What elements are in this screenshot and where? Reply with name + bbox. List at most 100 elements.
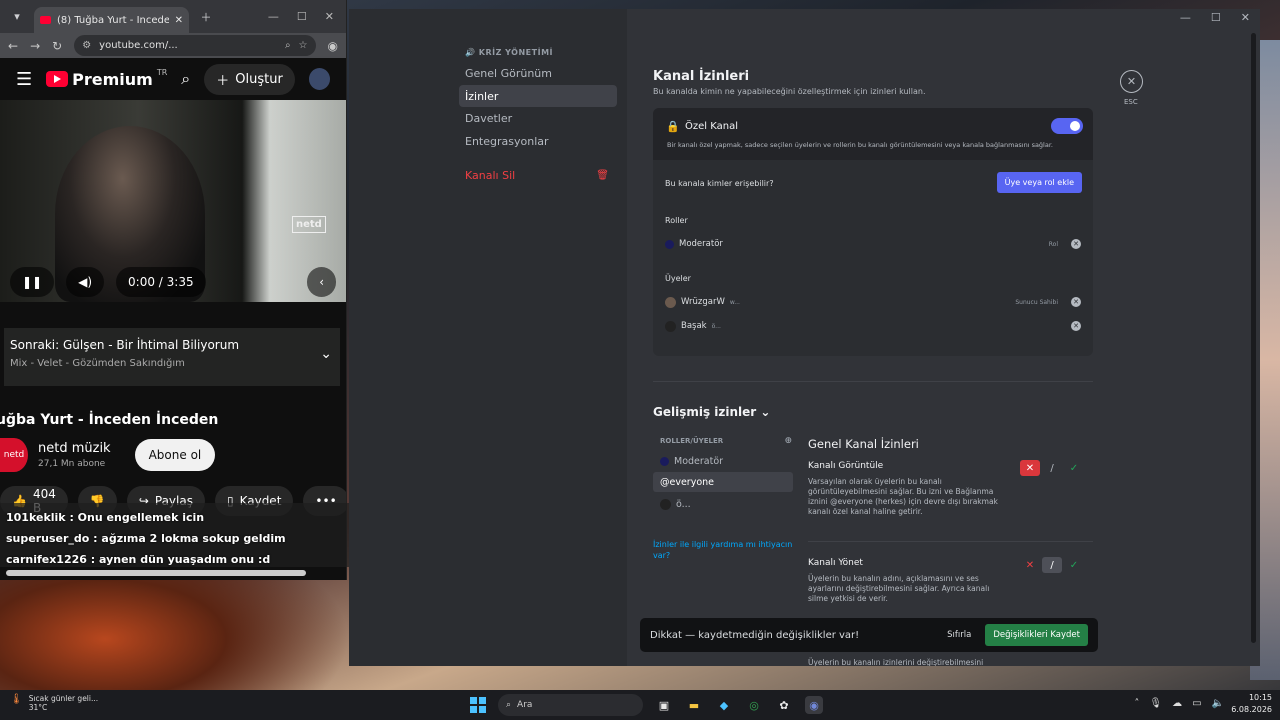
tab-title: (8) Tuğba Yurt - İnceden İnced bbox=[57, 14, 169, 26]
advanced-permissions-title[interactable]: Gelişmiş izinler ⌄ bbox=[653, 405, 770, 419]
private-description: Bir kanalı özel yapmak, sadece seçilen ü… bbox=[667, 141, 1053, 149]
subscribe-button[interactable]: Abone ol bbox=[134, 439, 216, 471]
private-toggle-row: 🔒 Özel Kanal Bir kanalı özel yapmak, sad… bbox=[653, 108, 1093, 160]
sidebar-item-integrations[interactable]: Entegrasyonlar bbox=[459, 130, 617, 152]
deny-icon[interactable]: ✕ bbox=[1020, 460, 1040, 476]
maximize-icon[interactable]: ☐ bbox=[1211, 11, 1221, 24]
start-icon[interactable] bbox=[470, 697, 486, 713]
bookmark-star-icon[interactable]: ☆ bbox=[299, 40, 308, 51]
store-icon[interactable]: ◆ bbox=[715, 696, 733, 714]
close-icon[interactable]: ✕ bbox=[1241, 11, 1250, 24]
divider bbox=[653, 381, 1093, 382]
delete-channel-button[interactable]: Kanalı Sil 🗑 bbox=[459, 164, 617, 186]
chevron-left-icon[interactable]: ‹ bbox=[307, 267, 336, 297]
video-player[interactable]: netd ❚❚ ◀) 0:00 / 3:35 ‹ bbox=[0, 100, 346, 302]
role-color-icon bbox=[665, 239, 674, 249]
neutral-icon[interactable]: / bbox=[1042, 557, 1062, 573]
close-settings-button[interactable]: ✕ bbox=[1120, 70, 1143, 93]
member-sub: ö... bbox=[711, 322, 721, 330]
private-label: Özel Kanal bbox=[685, 121, 738, 132]
reset-button[interactable]: Sıfırla bbox=[947, 630, 971, 640]
minimize-icon[interactable]: — bbox=[1180, 11, 1191, 24]
chat-text: : aynen dün yuaşadım onu :d bbox=[86, 553, 271, 566]
youtube-logo[interactable]: Premium TR bbox=[46, 68, 167, 89]
vertical-scrollbar[interactable] bbox=[1251, 33, 1256, 643]
minimize-icon[interactable]: — bbox=[268, 10, 279, 23]
add-member-role-button[interactable]: Üye veya rol ekle bbox=[996, 172, 1082, 193]
microphone-icon[interactable]: 🎙 bbox=[1149, 698, 1162, 709]
app-icon[interactable]: ✿ bbox=[775, 696, 793, 714]
zoom-icon[interactable]: ⌕ bbox=[285, 40, 291, 51]
maximize-icon[interactable]: ☐ bbox=[297, 10, 307, 23]
sidebar-item-overview[interactable]: Genel Görünüm bbox=[459, 62, 617, 84]
weather-temp: 31°C bbox=[28, 703, 48, 712]
deny-icon[interactable]: ✕ bbox=[1020, 557, 1040, 573]
avatar bbox=[665, 296, 676, 308]
help-link[interactable]: İzinler ile ilgili yardıma mı ihtiyacın … bbox=[653, 539, 793, 561]
permissions-content: Kanal İzinleri Bu kanalda kimin ne yapab… bbox=[653, 9, 1093, 666]
cloud-icon[interactable]: ☁ bbox=[1172, 698, 1182, 709]
member-name: Başak bbox=[681, 321, 707, 331]
chrome-icon[interactable]: ◎ bbox=[745, 696, 763, 714]
role-list-item[interactable]: ö... bbox=[653, 494, 793, 514]
page-description: Bu kanalda kimin ne yapabileceğini özell… bbox=[653, 87, 926, 96]
site-info-icon[interactable]: ⚙ bbox=[82, 40, 91, 51]
advanced-title-text: Gelişmiş izinler bbox=[653, 405, 757, 419]
task-view-icon[interactable]: ▣ bbox=[655, 696, 673, 714]
sidebar-item-invites[interactable]: Davetler bbox=[459, 107, 617, 129]
tab-search-icon[interactable]: ▾ bbox=[6, 6, 28, 28]
taskbar-search[interactable]: ⌕ Ara bbox=[498, 694, 643, 716]
channel-avatar[interactable]: netd bbox=[0, 438, 28, 472]
network-icon[interactable]: ▭ bbox=[1192, 698, 1201, 709]
page-title: Kanal İzinleri bbox=[653, 69, 750, 84]
neutral-icon[interactable]: / bbox=[1042, 460, 1062, 476]
general-permissions-title: Genel Kanal İzinleri bbox=[808, 437, 919, 451]
volume-icon[interactable]: ◀) bbox=[66, 267, 105, 297]
channel-name[interactable]: netd müzik bbox=[38, 441, 111, 456]
profile-icon[interactable]: ◉ bbox=[328, 39, 338, 53]
forward-icon[interactable]: → bbox=[30, 39, 40, 53]
reload-icon[interactable]: ↻ bbox=[52, 39, 62, 53]
back-icon[interactable]: ← bbox=[8, 39, 18, 53]
close-icon[interactable]: ✕ bbox=[325, 10, 334, 23]
horizontal-scrollbar[interactable] bbox=[6, 570, 306, 576]
create-button[interactable]: ＋ Oluştur bbox=[204, 63, 295, 95]
allow-icon[interactable]: ✓ bbox=[1064, 557, 1084, 573]
sidebar-item-permissions[interactable]: İzinler bbox=[459, 85, 617, 107]
allow-icon[interactable]: ✓ bbox=[1064, 460, 1084, 476]
menu-icon[interactable]: ☰ bbox=[16, 69, 32, 90]
remove-icon[interactable]: ✕ bbox=[1071, 297, 1081, 307]
channel-section-title: 🔊 KRİZ YÖNETİMİ bbox=[465, 48, 554, 57]
clock[interactable]: 10:15 6.08.2026 bbox=[1231, 692, 1272, 716]
browser-tab[interactable]: (8) Tuğba Yurt - İnceden İnced ✕ bbox=[34, 7, 189, 33]
chat-message: carnifex1226 : aynen dün yuaşadım onu :d bbox=[6, 549, 400, 570]
private-toggle[interactable] bbox=[1051, 118, 1083, 134]
volume-icon[interactable]: 🔈 bbox=[1212, 698, 1224, 709]
up-next-panel[interactable]: Sonraki: Gülşen - Bir İhtimal Biliyorum … bbox=[4, 328, 340, 386]
remove-icon[interactable]: ✕ bbox=[1071, 321, 1081, 331]
lock-icon: 🔒 bbox=[666, 120, 680, 133]
private-channel-card: 🔒 Özel Kanal Bir kanalı özel yapmak, sad… bbox=[653, 108, 1093, 356]
chevron-down-icon[interactable]: ⌄ bbox=[320, 346, 332, 362]
plus-icon: ＋ bbox=[216, 73, 230, 89]
avatar[interactable] bbox=[308, 68, 330, 90]
search-icon[interactable]: ⌕ bbox=[181, 69, 190, 89]
remove-icon[interactable]: ✕ bbox=[1071, 239, 1081, 249]
pause-button[interactable]: ❚❚ bbox=[10, 267, 55, 297]
url-field[interactable]: ⚙ youtube.com/... ⌕ ☆ bbox=[74, 35, 316, 56]
role-list-item[interactable]: @everyone bbox=[653, 472, 793, 492]
discord-icon[interactable]: ◉ bbox=[805, 696, 823, 714]
role-list-item[interactable]: Moderatör bbox=[653, 451, 793, 471]
file-explorer-icon[interactable]: ▬ bbox=[685, 696, 703, 714]
weather-widget[interactable]: 🌡 Sıcak günler geli... 31°C bbox=[10, 694, 98, 712]
roles-members-header: ROLLER/ÜYELER ⊕ bbox=[660, 436, 792, 446]
avatar bbox=[660, 498, 671, 510]
discord-window: — ☐ ✕ 🔊 KRİZ YÖNETİMİ Genel Görünüm İzin… bbox=[349, 9, 1260, 666]
tab-strip: ▾ (8) Tuğba Yurt - İnceden İnced ✕ ＋ — ☐… bbox=[0, 0, 346, 33]
close-tab-icon[interactable]: ✕ bbox=[175, 15, 183, 26]
chevron-up-icon[interactable]: ˄ bbox=[1134, 698, 1139, 709]
save-changes-button[interactable]: Değişiklikleri Kaydet bbox=[985, 624, 1088, 646]
add-role-icon[interactable]: ⊕ bbox=[784, 436, 792, 446]
chat-message: 101keklik : Onu engellemek icin bbox=[6, 507, 400, 528]
new-tab-icon[interactable]: ＋ bbox=[195, 6, 217, 28]
